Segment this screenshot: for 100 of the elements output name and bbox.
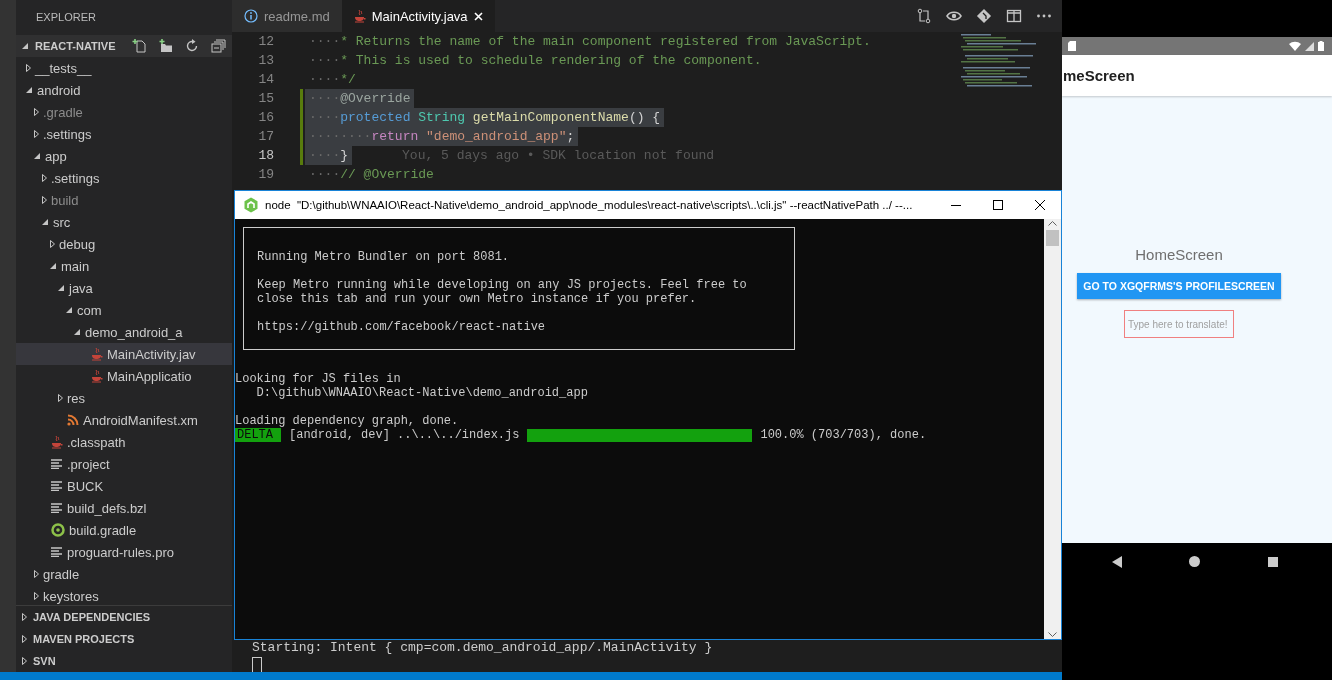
split-editor-icon[interactable] — [1006, 8, 1022, 24]
translate-input[interactable]: Type here to translate! — [1124, 310, 1234, 338]
tree-item[interactable]: build_defs.bzl — [16, 497, 232, 519]
expanded-arrow-icon[interactable] — [26, 86, 33, 94]
hexagon-app-icon — [243, 197, 259, 213]
section-header[interactable]: REACT-NATIVE — [16, 35, 232, 57]
text-lines-icon — [51, 459, 63, 469]
coffee-cup-icon — [91, 347, 103, 361]
collapsed-arrow-icon[interactable] — [58, 394, 63, 402]
tree-item[interactable]: BUCK — [16, 475, 232, 497]
collapse-all-icon[interactable] — [210, 38, 226, 54]
collapsed-arrow-icon[interactable] — [42, 174, 47, 182]
text-lines-icon — [51, 481, 63, 491]
scrollbar[interactable] — [1044, 219, 1061, 639]
expanded-arrow-icon[interactable] — [74, 328, 81, 336]
code-line: ····*/ — [308, 71, 357, 89]
scroll-up-icon[interactable] — [1048, 221, 1057, 226]
collapsed-arrow-icon[interactable] — [50, 240, 55, 248]
console-text: https://github.com/facebook/react-native — [257, 320, 547, 334]
section-label: JAVA DEPENDENCIES — [33, 611, 151, 623]
tree-item[interactable]: main — [16, 255, 232, 277]
maximize-icon — [993, 200, 1003, 210]
tree-item[interactable]: MainApplicatio — [16, 365, 232, 387]
text-lines-icon — [51, 547, 63, 557]
new-folder-icon[interactable] — [158, 38, 174, 54]
section-label: REACT-NATIVE — [35, 40, 116, 52]
expanded-arrow-icon[interactable] — [66, 306, 73, 314]
editor-tab[interactable]: MainActivity.java — [341, 0, 495, 32]
close-icon[interactable] — [473, 11, 483, 21]
tree-item[interactable]: MainActivity.jav — [16, 343, 232, 365]
coffee-cup-icon — [91, 369, 103, 383]
sd-card-icon — [1068, 41, 1076, 51]
expanded-arrow-icon[interactable] — [34, 152, 41, 160]
tree-item[interactable]: java — [16, 277, 232, 299]
tree-item[interactable]: proguard-rules.pro — [16, 541, 232, 563]
collapsed-arrow-icon[interactable] — [26, 64, 31, 72]
console-text: Running Metro Bundler on port 8081. — [257, 250, 511, 264]
info-icon — [244, 9, 258, 23]
line-number: 18 — [257, 147, 274, 165]
tree-item[interactable]: .gradle — [16, 101, 232, 123]
tree-item[interactable]: src — [16, 211, 232, 233]
home-icon[interactable] — [1189, 556, 1201, 567]
tree-item[interactable]: gradle — [16, 563, 232, 585]
tree-item[interactable]: demo_android_a — [16, 321, 232, 343]
minimap-drawing[interactable] — [961, 34, 1036, 90]
screen-heading: HomeScreen — [1135, 246, 1223, 263]
tree-item[interactable]: android — [16, 79, 232, 101]
collapsed-arrow-icon[interactable] — [42, 196, 47, 204]
progress-reading: 100.0% (703/703), done. — [760, 428, 927, 442]
new-file-icon[interactable] — [132, 38, 148, 54]
close-icon — [1035, 200, 1045, 210]
expanded-arrow-icon[interactable] — [42, 218, 49, 226]
expanded-arrow-icon[interactable] — [50, 262, 57, 270]
section-label: MAVEN PROJECTS — [33, 633, 135, 645]
recents-icon[interactable] — [1268, 556, 1279, 567]
tree-item[interactable]: .project — [16, 453, 232, 475]
signal-icon — [1305, 41, 1314, 51]
app-bar-title: meScreen — [1062, 67, 1135, 84]
collapsed-arrow-icon[interactable] — [34, 108, 39, 116]
code-line: ····// @Override — [308, 166, 435, 184]
explorer-title: EXPLORER — [35, 10, 96, 25]
tree-item[interactable]: .classpath — [16, 431, 232, 453]
tree-item[interactable]: .settings — [16, 123, 232, 145]
tree-item[interactable]: .settings — [16, 167, 232, 189]
collapsed-arrow-icon[interactable] — [34, 570, 39, 578]
tree-item[interactable]: debug — [16, 233, 232, 255]
blame-annotation: You, 5 days ago • SDK location not found — [402, 147, 715, 165]
expanded-arrow-icon[interactable] — [22, 42, 29, 50]
tree-item[interactable]: build — [16, 189, 232, 211]
coffee-cup-icon — [51, 435, 63, 449]
expanded-arrow-icon[interactable] — [58, 284, 65, 292]
line-number: 14 — [257, 71, 274, 89]
collapsed-arrow-icon[interactable] — [34, 592, 39, 600]
tree-item[interactable]: com — [16, 299, 232, 321]
tree-item[interactable]: keystores — [16, 585, 232, 605]
refresh-icon[interactable] — [184, 38, 200, 54]
back-icon[interactable] — [1111, 555, 1122, 568]
scroll-down-icon[interactable] — [1048, 632, 1057, 637]
collapsed-arrow-icon[interactable] — [22, 635, 27, 643]
tree-item[interactable]: build.gradle — [16, 519, 232, 541]
tree-item[interactable]: res — [16, 387, 232, 409]
code-line: ····* Returns the name of the main component registered from JavaScript. — [308, 33, 872, 51]
line-number: 17 — [257, 128, 274, 146]
line-number: 15 — [257, 90, 274, 108]
minimize-icon — [951, 204, 961, 206]
line-number: 12 — [257, 33, 274, 51]
editor-tab[interactable]: readme.md — [232, 0, 342, 32]
collapsed-arrow-icon[interactable] — [22, 657, 27, 665]
code-line: ····* This is used to schedule rendering of the component. — [308, 52, 763, 70]
line-number: 13 — [257, 52, 274, 70]
tree-item[interactable]: __tests__ — [16, 57, 232, 79]
tree-item[interactable]: AndroidManifest.xm — [16, 409, 232, 431]
tree-item[interactable]: app — [16, 145, 232, 167]
collapsed-arrow-icon[interactable] — [34, 130, 39, 138]
collapsed-arrow-icon[interactable] — [22, 613, 27, 621]
compare-changes-icon[interactable] — [916, 8, 932, 24]
battery-icon — [1318, 41, 1324, 51]
scroll-thumb[interactable] — [1046, 230, 1059, 246]
status-tag: DELTA — [235, 428, 281, 442]
console-line: D:\github\WNAAIO\React-Native\demo_android_app — [255, 386, 589, 400]
